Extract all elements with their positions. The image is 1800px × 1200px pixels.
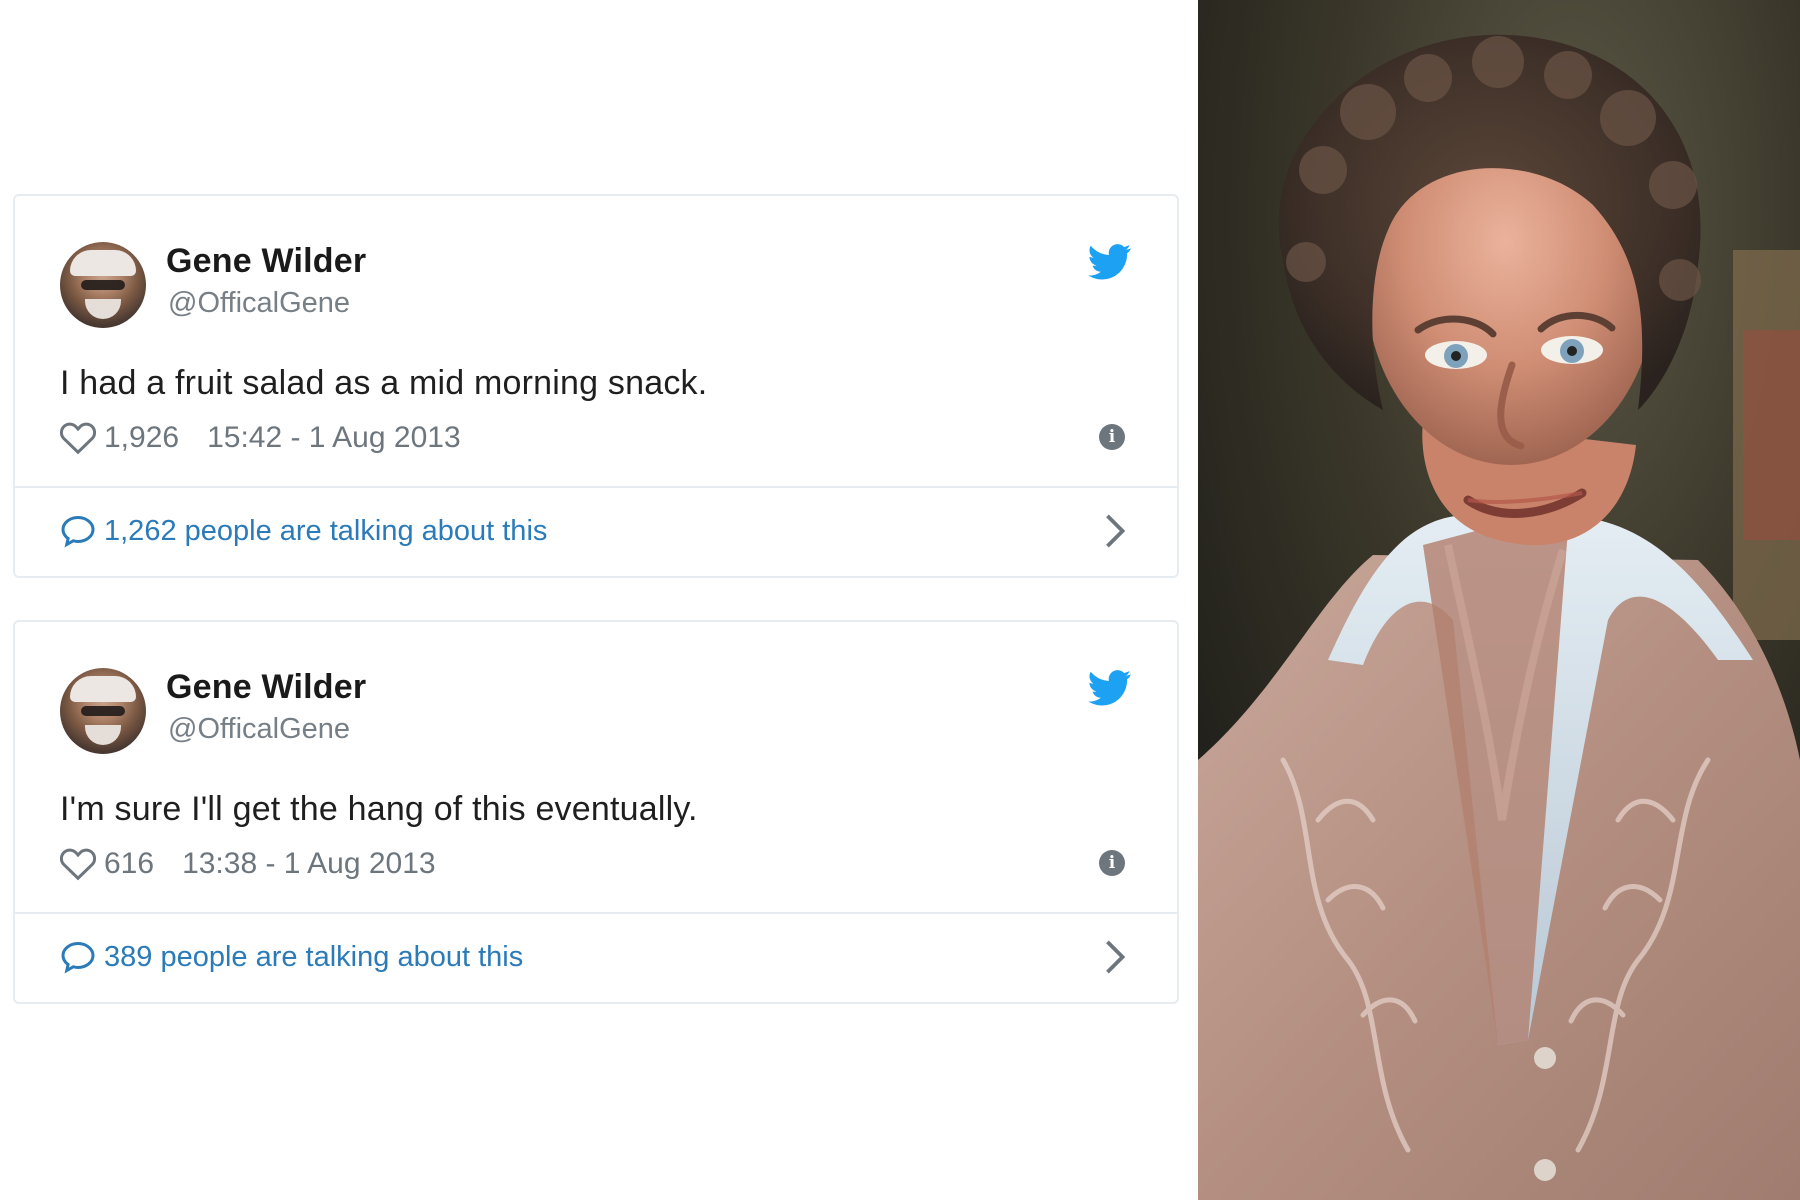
portrait-photo [1198, 0, 1800, 1200]
tweet-meta: 616 13:38 - 1 Aug 2013 [60, 846, 436, 882]
conversation-count[interactable]: 389 people are talking about this [104, 941, 523, 974]
heart-icon[interactable] [60, 847, 96, 881]
tweet-card[interactable]: Gene Wilder @OfficalGene I'm sure I'll g… [13, 620, 1179, 1004]
info-icon[interactable]: i [1099, 424, 1125, 450]
conversation-link[interactable]: 1,262 people are talking about this [60, 508, 547, 554]
tweet-meta: 1,926 15:42 - 1 Aug 2013 [60, 420, 461, 456]
twitter-bird-icon[interactable] [1088, 244, 1132, 280]
card-divider [15, 912, 1177, 914]
user-avatar[interactable] [60, 668, 146, 754]
chevron-right-icon[interactable] [1105, 514, 1125, 548]
heart-icon[interactable] [60, 421, 96, 455]
tweet-card[interactable]: Gene Wilder @OfficalGene I had a fruit s… [13, 194, 1179, 578]
timestamp[interactable]: 13:38 - 1 Aug 2013 [182, 847, 436, 881]
conversation-count[interactable]: 1,262 people are talking about this [104, 515, 547, 548]
tweet-text: I had a fruit salad as a mid morning sna… [60, 364, 708, 402]
card-divider [15, 486, 1177, 488]
like-count[interactable]: 1,926 [104, 421, 179, 455]
user-avatar[interactable] [60, 242, 146, 328]
twitter-bird-icon[interactable] [1088, 670, 1132, 706]
user-handle[interactable]: @OfficalGene [168, 287, 350, 320]
tweet-column: Gene Wilder @OfficalGene I had a fruit s… [0, 0, 1198, 1200]
speech-bubble-icon [61, 515, 95, 548]
user-name[interactable]: Gene Wilder [166, 668, 366, 707]
user-name[interactable]: Gene Wilder [166, 242, 366, 281]
timestamp[interactable]: 15:42 - 1 Aug 2013 [207, 421, 461, 455]
portrait-illustration [1198, 0, 1800, 1200]
user-handle[interactable]: @OfficalGene [168, 713, 350, 746]
conversation-link[interactable]: 389 people are talking about this [60, 934, 523, 980]
speech-bubble-icon [61, 941, 95, 974]
info-icon[interactable]: i [1099, 850, 1125, 876]
chevron-right-icon[interactable] [1105, 940, 1125, 974]
tweet-text: I'm sure I'll get the hang of this event… [60, 790, 698, 828]
like-count[interactable]: 616 [104, 847, 154, 881]
